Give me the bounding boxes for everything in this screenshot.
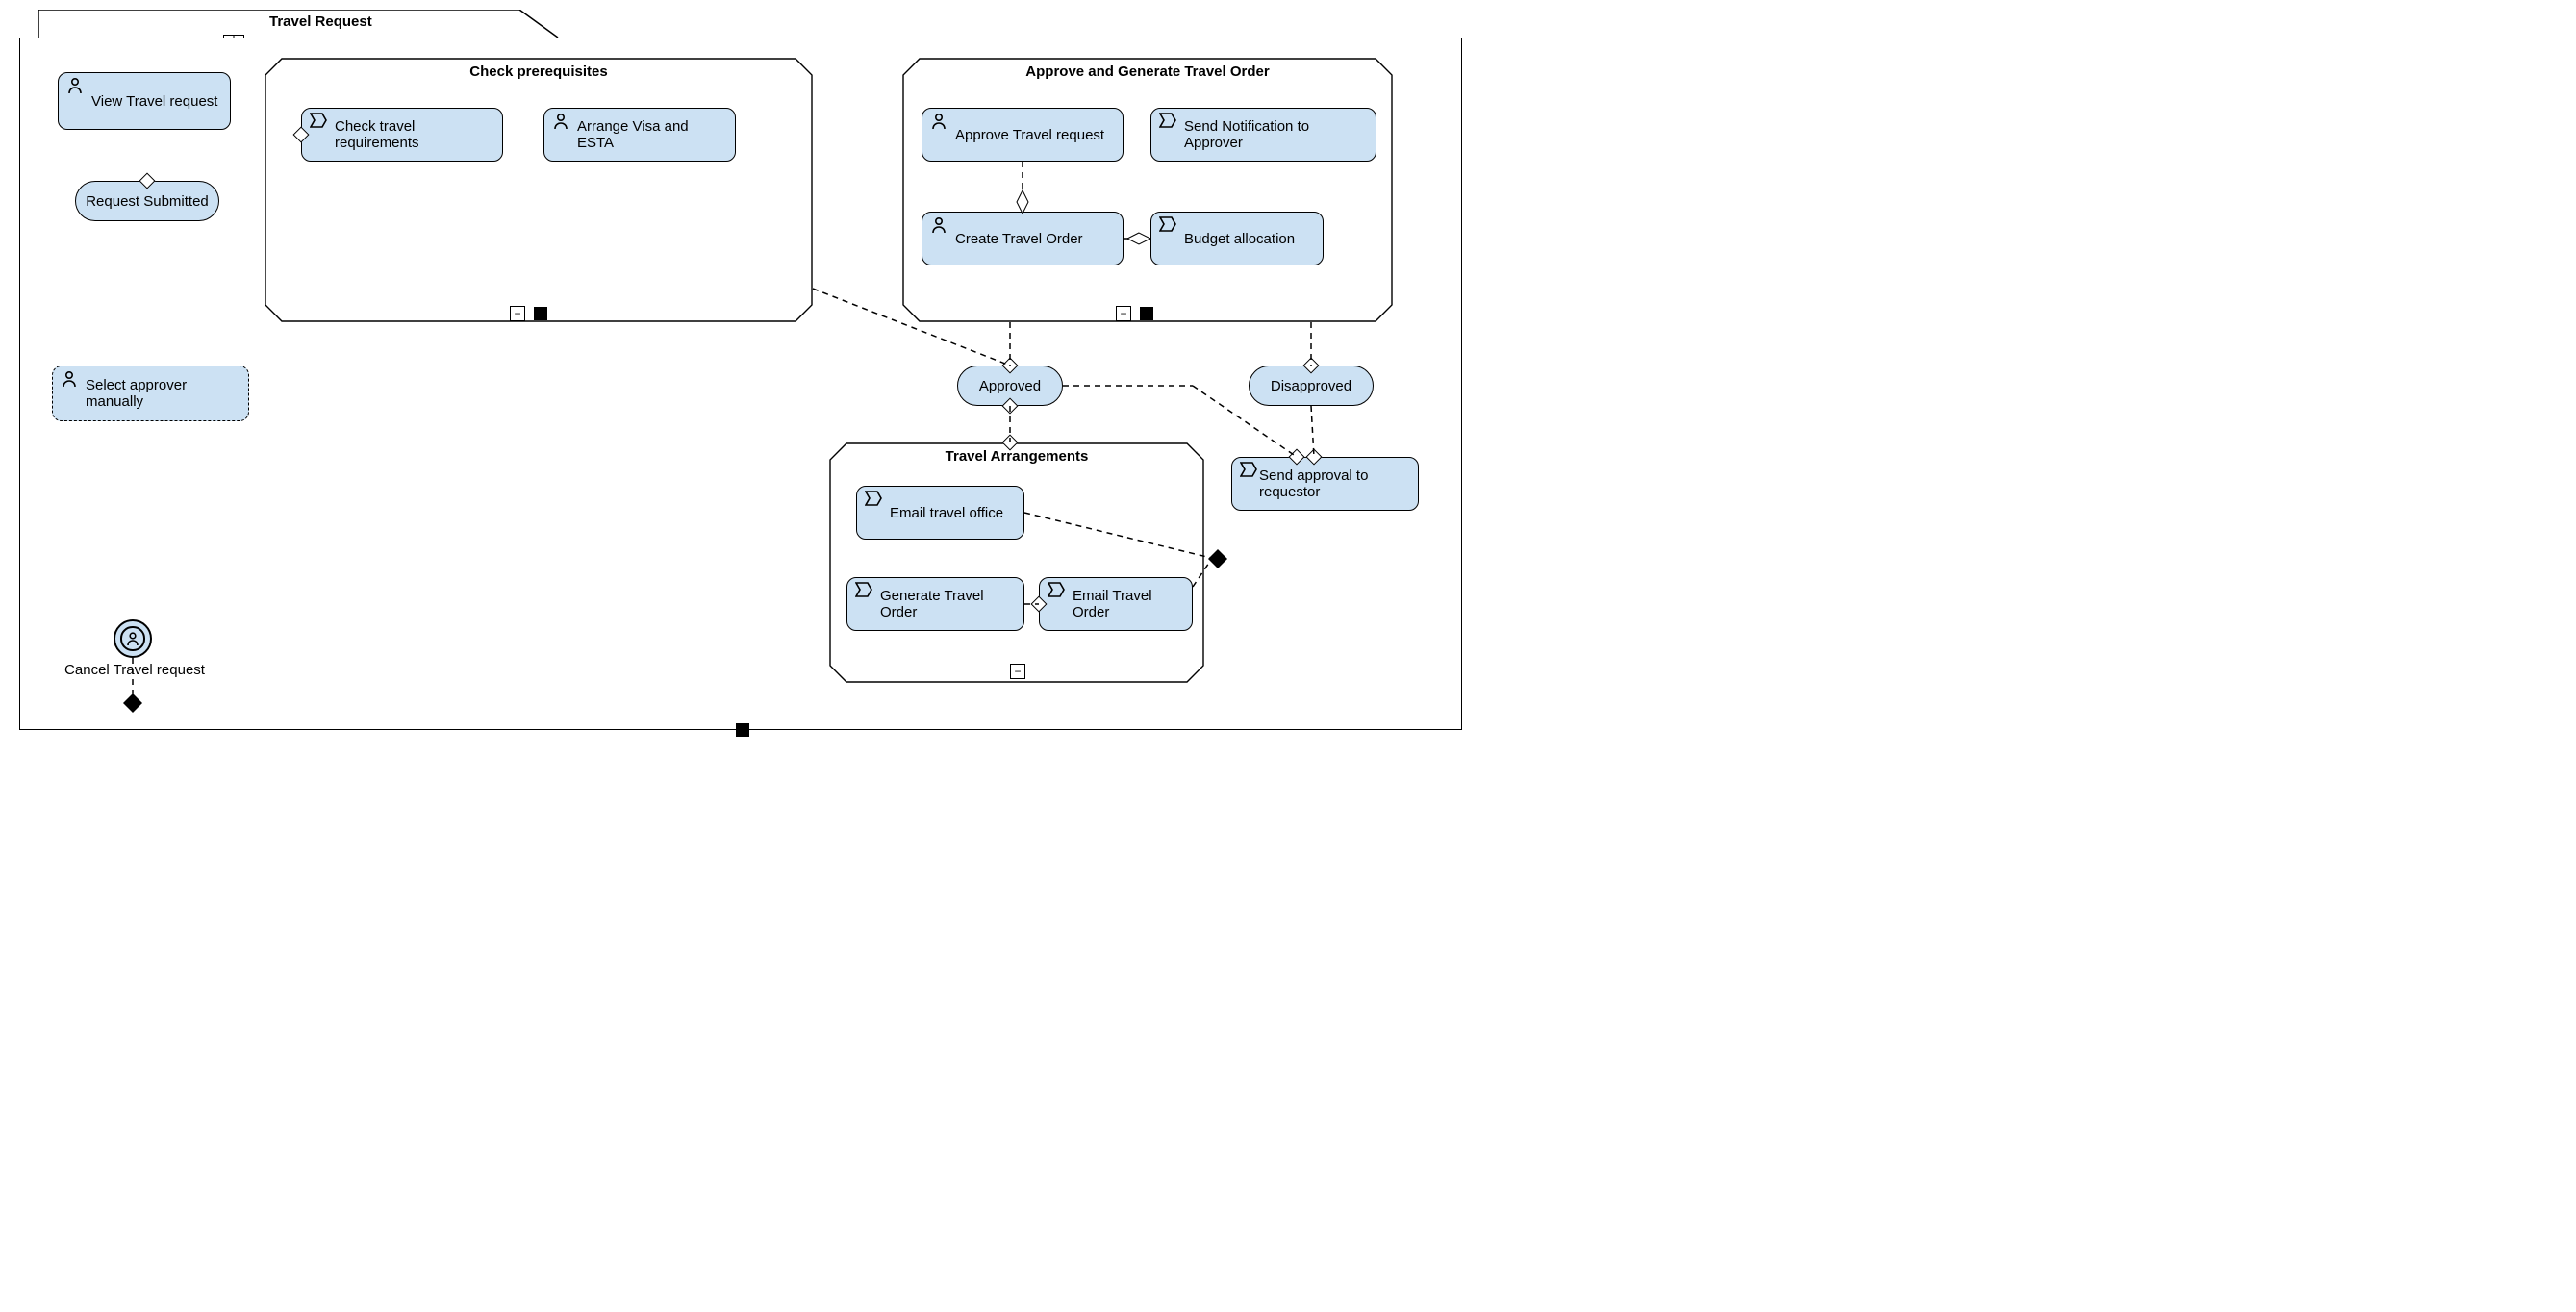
task-view-travel-request[interactable]: View Travel request <box>58 72 231 130</box>
task-create-travel-order[interactable]: Create Travel Order <box>922 212 1124 265</box>
task-label: Generate Travel Order <box>880 588 1014 620</box>
collapse-icon[interactable]: − <box>1116 306 1131 321</box>
task-label: Select approver manually <box>86 377 239 410</box>
task-email-travel-order[interactable]: Email Travel Order <box>1039 577 1193 631</box>
task-label: Arrange Visa and ESTA <box>577 118 725 151</box>
task-arrange-visa-esta[interactable]: Arrange Visa and ESTA <box>543 108 736 162</box>
task-label: Create Travel Order <box>955 231 1083 247</box>
task-send-notification[interactable]: Send Notification to Approver <box>1150 108 1376 162</box>
user-icon <box>125 631 140 646</box>
behavior-marker <box>1140 307 1153 320</box>
task-label: Send approval to requestor <box>1259 467 1408 500</box>
user-icon <box>66 77 84 98</box>
task-label: View Travel request <box>91 93 217 110</box>
task-label: Check travel requirements <box>335 118 492 151</box>
diagram-canvas: Travel Request View Travel request Reque… <box>0 0 1472 750</box>
frame-title: Travel Request <box>269 13 372 30</box>
region-title: Travel Arrangements <box>829 448 1204 465</box>
behavior-marker <box>736 723 749 737</box>
user-icon <box>552 113 569 134</box>
task-check-travel-requirements[interactable]: Check travel requirements <box>301 108 503 162</box>
task-email-travel-office[interactable]: Email travel office <box>856 486 1024 540</box>
user-icon <box>930 113 947 134</box>
collapse-icon[interactable]: − <box>1010 664 1025 679</box>
task-generate-travel-order[interactable]: Generate Travel Order <box>846 577 1024 631</box>
state-label: Disapproved <box>1271 378 1351 394</box>
user-icon <box>61 370 78 391</box>
send-icon <box>1159 113 1176 132</box>
task-send-approval-to-requestor[interactable]: Send approval to requestor <box>1231 457 1419 511</box>
task-label: Email travel office <box>890 505 1003 521</box>
task-label: Budget allocation <box>1184 231 1295 247</box>
task-select-approver[interactable]: Select approver manually <box>52 366 249 421</box>
user-icon <box>930 216 947 238</box>
send-icon <box>1159 216 1176 236</box>
collapse-icon[interactable]: − <box>510 306 525 321</box>
send-icon <box>1048 582 1065 601</box>
region-prerequisites[interactable]: Check prerequisites <box>265 58 813 322</box>
region-approve-travel-order[interactable]: Approve and Generate Travel Order <box>902 58 1393 322</box>
region-travel-arrangements[interactable]: Travel Arrangements <box>829 442 1204 683</box>
state-label: Approved <box>979 378 1041 394</box>
task-label: Send Notification to Approver <box>1184 118 1366 151</box>
event-label: Cancel Travel request <box>58 662 212 678</box>
event-inner-ring <box>120 626 144 650</box>
event-cancel-travel-request[interactable] <box>114 619 152 658</box>
task-approve-travel-request[interactable]: Approve Travel request <box>922 108 1124 162</box>
task-budget-allocation[interactable]: Budget allocation <box>1150 212 1324 265</box>
send-icon <box>865 491 882 510</box>
send-icon <box>1240 462 1257 481</box>
task-label: Email Travel Order <box>1073 588 1182 620</box>
task-label: Approve Travel request <box>955 127 1104 143</box>
behavior-marker <box>534 307 547 320</box>
region-title: Approve and Generate Travel Order <box>902 63 1393 80</box>
send-icon <box>310 113 327 132</box>
send-icon <box>855 582 872 601</box>
state-label: Request Submitted <box>86 193 209 210</box>
region-title: Check prerequisites <box>265 63 813 80</box>
